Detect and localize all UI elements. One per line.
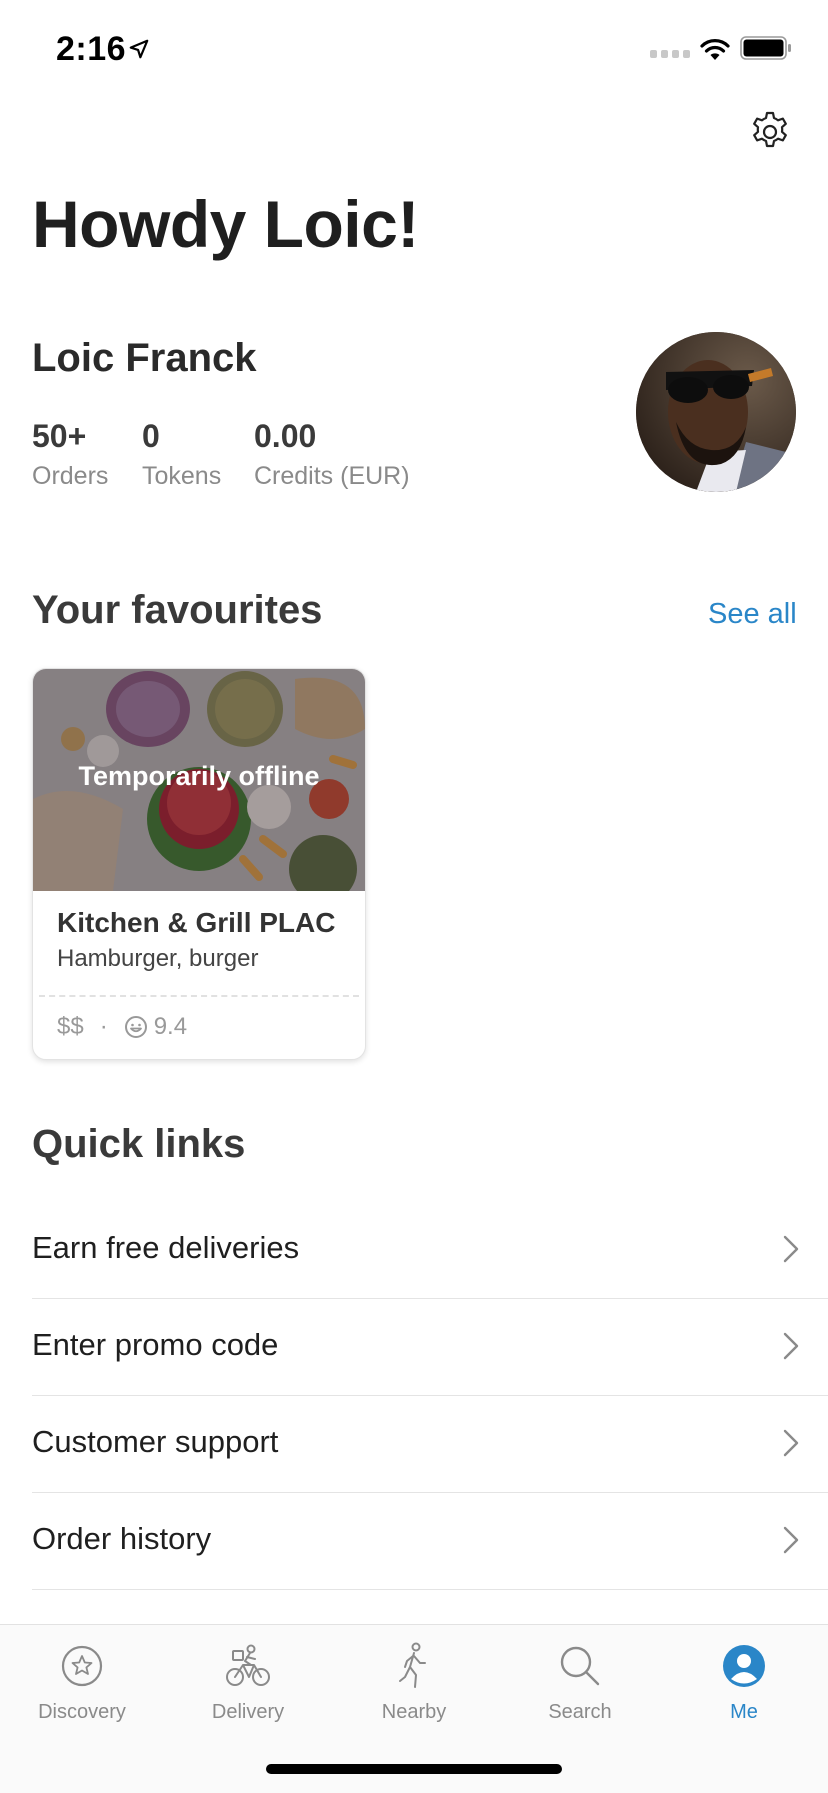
chevron-right-icon xyxy=(783,1526,799,1554)
user-full-name: Loic Franck xyxy=(32,336,257,380)
home-indicator[interactable] xyxy=(266,1764,562,1774)
tab-label: Delivery xyxy=(211,1701,285,1723)
chevron-right-icon xyxy=(783,1429,799,1457)
gear-icon[interactable] xyxy=(748,110,792,154)
location-arrow-icon xyxy=(129,39,149,59)
smiley-rating-icon xyxy=(124,1016,147,1038)
card-divider xyxy=(39,995,359,997)
quick-link-label: Customer support xyxy=(32,1424,279,1459)
rating-value: 9.4 xyxy=(153,1013,188,1040)
tab-nearby[interactable]: Nearby xyxy=(344,1641,484,1724)
quick-links-title: Quick links xyxy=(32,1122,246,1166)
tab-me[interactable]: Me xyxy=(674,1641,814,1724)
quick-link-order-history[interactable]: Order history xyxy=(32,1493,828,1590)
quick-link-label: Enter promo code xyxy=(32,1327,279,1362)
star-circle-icon xyxy=(61,1645,103,1687)
battery-icon xyxy=(740,36,791,60)
orders-label: Orders xyxy=(32,462,109,490)
quick-link-customer-support[interactable]: Customer support xyxy=(32,1396,828,1493)
favourites-title: Your favourites xyxy=(32,588,323,632)
quick-link-earn-free-deliveries[interactable]: Earn free deliveries xyxy=(32,1202,828,1299)
tab-label: Me xyxy=(730,1701,758,1723)
restaurant-meta: $$ · 9.4 xyxy=(57,1013,187,1041)
chevron-right-icon xyxy=(783,1332,799,1360)
credits-value: 0.00 xyxy=(254,418,317,454)
offline-status-label: Temporarily offline xyxy=(78,761,320,791)
walking-person-icon xyxy=(399,1642,426,1688)
restaurant-name: Kitchen & Grill PLAC xyxy=(57,907,336,938)
restaurant-image: Temporarily offline xyxy=(33,669,365,891)
tab-label: Search xyxy=(548,1701,612,1723)
search-icon xyxy=(560,1646,600,1686)
user-icon xyxy=(723,1645,765,1687)
page-title: Howdy Loic! xyxy=(32,187,419,261)
meta-separator: · xyxy=(99,1013,108,1040)
wifi-icon xyxy=(700,39,730,60)
tab-label: Nearby xyxy=(381,1701,447,1723)
credits-label: Credits (EUR) xyxy=(254,462,410,490)
see-all-link[interactable]: See all xyxy=(708,598,797,631)
cellular-signal-icon xyxy=(650,50,690,58)
quick-link-label: Order history xyxy=(32,1521,212,1556)
quick-link-enter-promo-code[interactable]: Enter promo code xyxy=(32,1299,828,1396)
tab-search[interactable]: Search xyxy=(510,1641,650,1724)
tab-discovery[interactable]: Discovery xyxy=(12,1641,152,1724)
chevron-right-icon xyxy=(783,1235,799,1263)
status-time: 2:16 xyxy=(56,30,127,68)
favourite-restaurant-card[interactable]: Temporarily offline Kitchen & Grill PLAC… xyxy=(32,668,366,1060)
tokens-count: 0 xyxy=(142,418,160,454)
tab-delivery[interactable]: Delivery xyxy=(178,1641,318,1724)
restaurant-cuisine: Hamburger, burger xyxy=(57,945,259,972)
quick-link-label: Earn free deliveries xyxy=(32,1230,300,1265)
tab-label: Discovery xyxy=(38,1701,126,1723)
avatar[interactable] xyxy=(636,332,796,492)
bicycle-courier-icon xyxy=(226,1644,270,1686)
price-level: $$ xyxy=(57,1013,84,1040)
tokens-label: Tokens xyxy=(142,462,222,490)
orders-count: 50+ xyxy=(32,418,87,454)
